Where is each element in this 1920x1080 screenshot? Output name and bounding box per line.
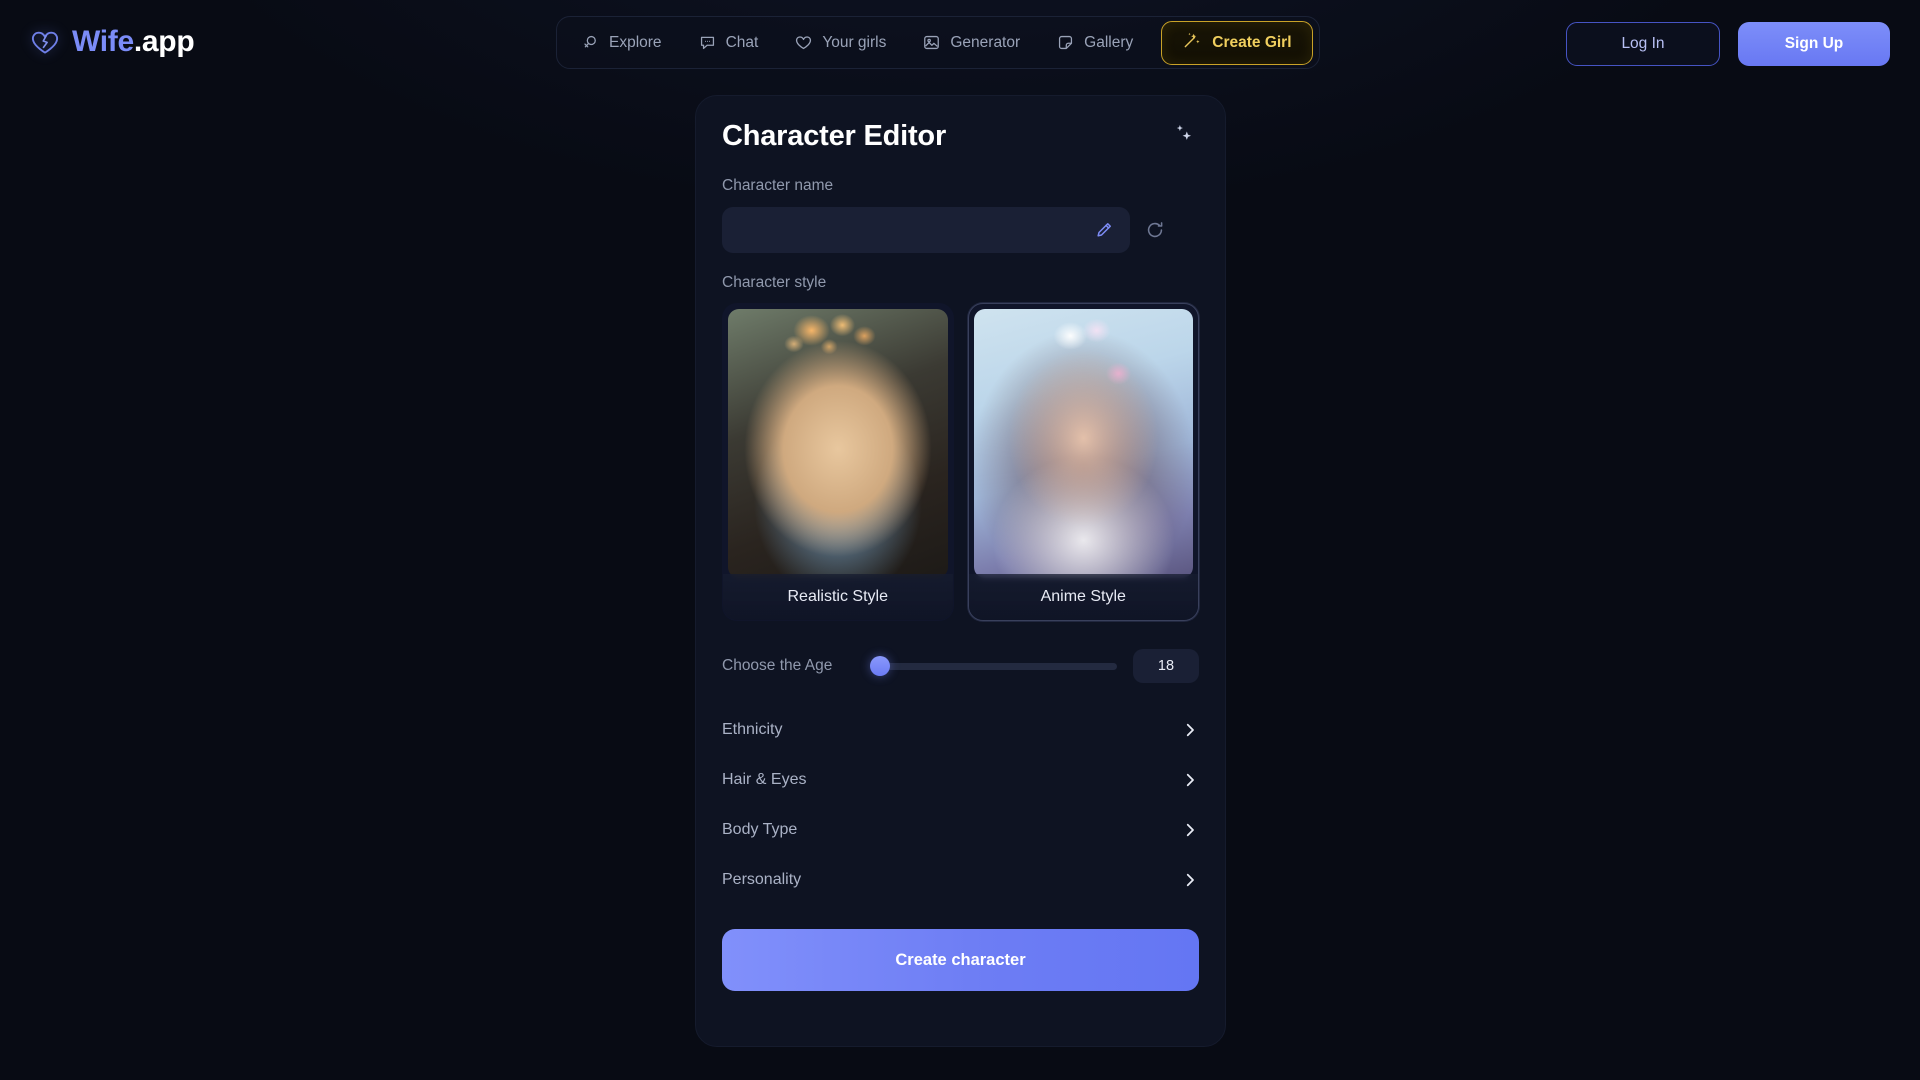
chat-bubble-icon <box>698 33 717 52</box>
brand-logo[interactable]: Wife.app <box>30 22 195 62</box>
sticker-icon <box>1056 33 1075 52</box>
pencil-icon[interactable] <box>1094 220 1114 240</box>
nav-label-chat: Chat <box>725 33 759 51</box>
heart-icon <box>794 33 813 52</box>
style-thumbnail-realistic <box>728 309 948 578</box>
attribute-sections: Ethnicity Hair & Eyes Body Type Personal… <box>696 683 1225 905</box>
age-slider-thumb[interactable] <box>870 656 891 676</box>
character-name-input-wrap <box>722 206 1130 253</box>
age-label: Choose the Age <box>722 657 833 674</box>
character-name-block: Character name <box>696 160 1225 253</box>
chevron-right-icon <box>1181 771 1199 789</box>
signup-button[interactable]: Sign Up <box>1738 22 1890 66</box>
nav-item-your-girls[interactable]: Your girls <box>778 23 902 63</box>
refresh-icon[interactable] <box>1144 219 1166 241</box>
chevron-right-icon <box>1181 871 1199 889</box>
create-girl-label: Create Girl <box>1212 33 1292 51</box>
style-caption-anime: Anime Style <box>968 574 1198 620</box>
section-row-body-type[interactable]: Body Type <box>722 805 1199 855</box>
chevron-right-icon <box>1181 821 1199 839</box>
style-thumbnail-anime <box>973 309 1193 578</box>
magic-wand-icon <box>1182 30 1202 55</box>
panel-header: Character Editor <box>696 96 1225 160</box>
character-style-block: Character style Realistic Style Anime St… <box>696 253 1225 621</box>
brand-name-suffix: .app <box>133 25 195 58</box>
brand-name-primary: Wife <box>72 25 134 58</box>
section-row-personality[interactable]: Personality <box>722 855 1199 905</box>
section-label-hair-eyes: Hair & Eyes <box>722 771 807 788</box>
age-slider-track <box>870 662 1117 670</box>
create-girl-button[interactable]: Create Girl <box>1161 20 1313 65</box>
nav-item-gallery[interactable]: Gallery <box>1040 23 1149 63</box>
broken-heart-icon <box>30 27 60 57</box>
style-card-realistic[interactable]: Realistic Style <box>722 303 954 621</box>
character-style-options: Realistic Style Anime Style <box>722 303 1199 621</box>
age-slider[interactable] <box>870 655 1117 677</box>
nav-item-explore[interactable]: Explore <box>565 23 678 63</box>
style-caption-realistic: Realistic Style <box>723 574 953 620</box>
age-block: Choose the Age 18 <box>696 621 1225 683</box>
character-style-label: Character style <box>722 273 827 291</box>
sparkles-icon <box>1171 120 1197 146</box>
style-card-anime[interactable]: Anime Style <box>967 303 1199 621</box>
section-label-ethnicity: Ethnicity <box>722 721 783 738</box>
nav-label-your-girls: Your girls <box>822 33 887 51</box>
section-label-body-type: Body Type <box>722 821 798 838</box>
section-label-personality: Personality <box>722 871 802 888</box>
nav-label-generator: Generator <box>950 33 1021 51</box>
age-value-badge: 18 <box>1133 649 1199 683</box>
brand-wordmark: Wife.app <box>72 25 195 58</box>
page-title: Character Editor <box>722 120 947 152</box>
auth-actions: Log In Sign Up <box>1566 22 1890 66</box>
character-editor-panel: Character Editor Character name Characte… <box>695 95 1226 1047</box>
venus-search-icon <box>581 33 600 52</box>
nav-label-gallery: Gallery <box>1084 33 1134 51</box>
chevron-right-icon <box>1181 721 1199 739</box>
create-character-button[interactable]: Create character <box>722 929 1199 991</box>
submit-area: Create character <box>696 905 1225 991</box>
nav-item-chat[interactable]: Chat <box>682 23 775 63</box>
top-navigation-bar: Wife.app Explore Chat Your girls Generat… <box>0 0 1920 82</box>
section-row-hair-eyes[interactable]: Hair & Eyes <box>722 755 1199 805</box>
image-icon <box>922 33 941 52</box>
character-name-label: Character name <box>722 177 834 194</box>
page-root: Wife.app Explore Chat Your girls Generat… <box>0 0 1920 1080</box>
login-button[interactable]: Log In <box>1566 22 1720 66</box>
section-row-ethnicity[interactable]: Ethnicity <box>722 705 1199 755</box>
main-nav: Explore Chat Your girls Generator Galler… <box>556 16 1320 69</box>
character-name-input[interactable] <box>722 206 1130 253</box>
nav-item-generator[interactable]: Generator <box>906 23 1036 63</box>
character-name-row <box>722 206 1199 253</box>
nav-label-explore: Explore <box>609 33 662 51</box>
